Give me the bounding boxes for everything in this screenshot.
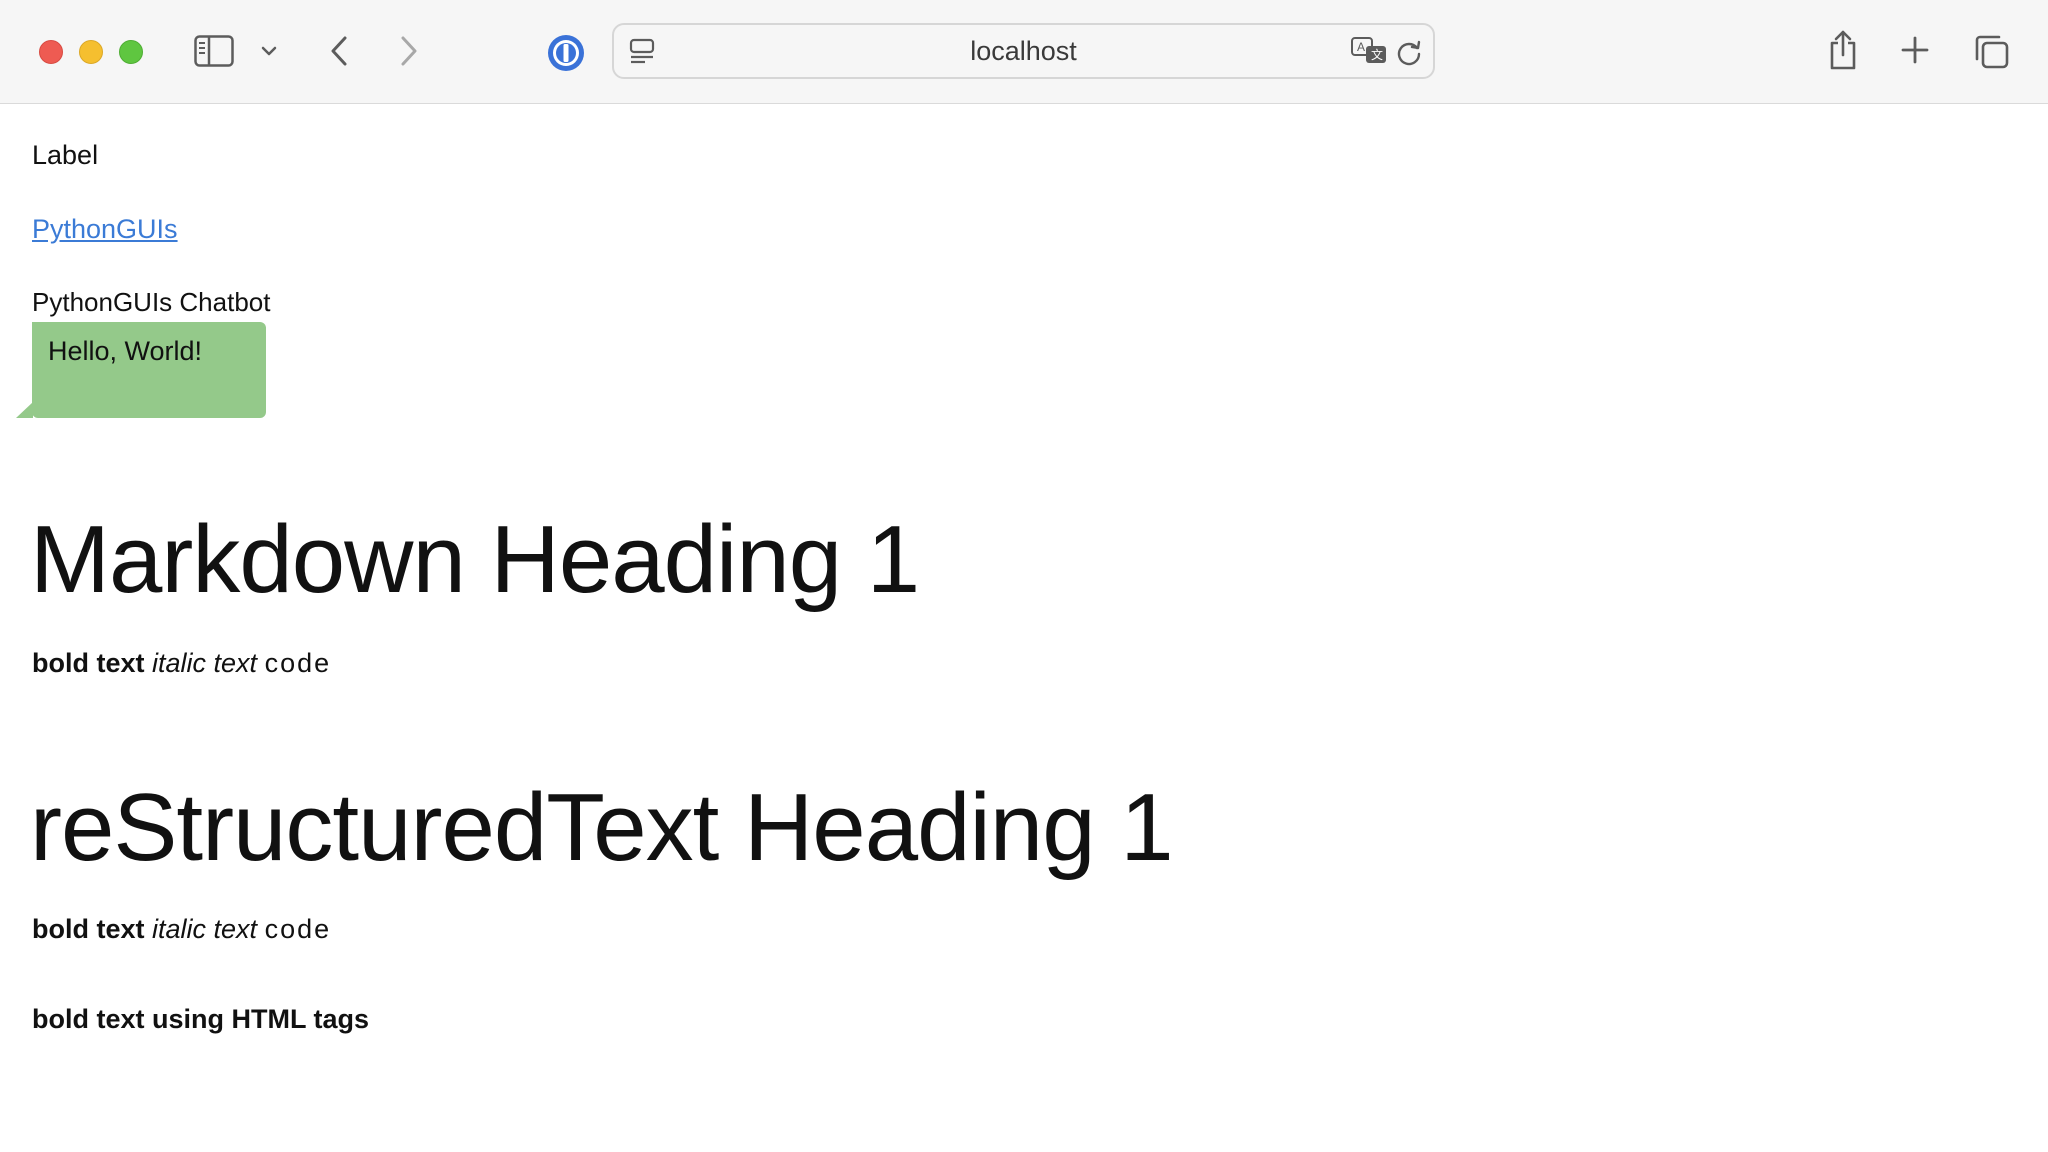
chat-message-text: Hello, World!: [48, 336, 203, 366]
back-arrow-icon[interactable]: [324, 34, 354, 68]
translate-icon[interactable]: A 文: [1350, 35, 1390, 67]
page-content: Label PythonGUIs PythonGUIs Chatbot Hell…: [0, 104, 2048, 1152]
rst-italic-text: italic text: [152, 914, 258, 944]
svg-text:A: A: [1357, 40, 1365, 54]
reload-icon[interactable]: [1394, 37, 1424, 67]
address-bar[interactable]: localhost A 文: [612, 23, 1435, 79]
chat-bubble-tail: [16, 402, 33, 418]
markdown-italic-text: italic text: [152, 648, 258, 678]
rst-code-text: code: [264, 914, 332, 944]
html-bold-text: bold text using HTML tags: [32, 1004, 369, 1034]
chevron-down-icon[interactable]: [260, 42, 278, 60]
window-minimize-button[interactable]: [79, 40, 103, 64]
markdown-code-text: code: [264, 648, 332, 678]
share-icon[interactable]: [1826, 28, 1860, 72]
address-text: localhost: [970, 35, 1077, 66]
rst-bold-text: bold text: [32, 914, 145, 944]
label-text: Label: [32, 140, 99, 170]
window-maximize-button[interactable]: [119, 40, 143, 64]
markdown-heading: Markdown Heading 1: [30, 506, 920, 613]
markdown-bold-text: bold text: [32, 648, 145, 678]
chat-message-bubble: Hello, World!: [32, 322, 266, 418]
sidebar-icon[interactable]: [194, 34, 234, 68]
markdown-inline-row: bold text italic text code: [32, 648, 331, 679]
tab-overview-icon[interactable]: [1972, 32, 2010, 70]
password-manager-icon[interactable]: [545, 32, 587, 74]
pythonguis-link[interactable]: PythonGUIs: [32, 214, 178, 245]
plus-icon[interactable]: [1899, 34, 1931, 66]
rst-inline-row: bold text italic text code: [32, 914, 331, 945]
window-close-button[interactable]: [39, 40, 63, 64]
svg-text:文: 文: [1371, 47, 1383, 62]
rst-heading: reStructuredText Heading 1: [30, 774, 1174, 881]
browser-toolbar: localhost A 文: [0, 0, 2048, 104]
chatbot-title: PythonGUIs Chatbot: [32, 287, 271, 317]
forward-arrow-icon[interactable]: [394, 34, 424, 68]
